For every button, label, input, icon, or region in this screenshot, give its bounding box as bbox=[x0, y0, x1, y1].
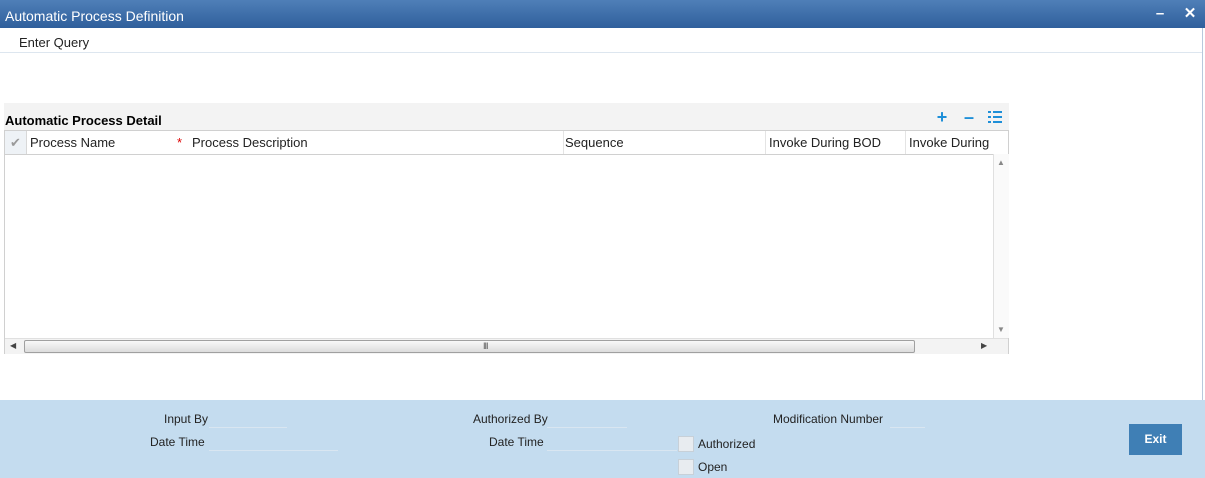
date-time-label: Date Time bbox=[150, 435, 205, 449]
window-right-border bbox=[1202, 28, 1203, 400]
column-separator bbox=[905, 131, 906, 154]
horizontal-scrollbar[interactable]: ◀ III ▶ bbox=[5, 338, 1008, 354]
close-icon[interactable]: ✕ bbox=[1181, 5, 1199, 23]
column-header-invoke-during-bod[interactable]: Invoke During BOD bbox=[769, 135, 881, 150]
detail-grid: ✔ Process Name * Process Description Seq… bbox=[4, 130, 1009, 354]
authorized-checkbox[interactable] bbox=[678, 436, 694, 452]
authorized-by-underline bbox=[547, 427, 627, 428]
toolbar: Enter Query bbox=[0, 28, 1203, 53]
horizontal-scroll-thumb[interactable]: III bbox=[24, 340, 915, 353]
open-label: Open bbox=[698, 460, 728, 474]
audit-footer: Input By Date Time Authorized By Date Ti… bbox=[0, 400, 1205, 478]
auth-date-time-underline bbox=[547, 450, 677, 451]
window-titlebar: Automatic Process Definition – ✕ bbox=[0, 0, 1205, 28]
enter-query-button[interactable]: Enter Query bbox=[19, 35, 89, 50]
authorized-by-label: Authorized By bbox=[473, 412, 548, 426]
scroll-grip: III bbox=[483, 341, 488, 351]
minimize-icon[interactable]: – bbox=[1151, 5, 1169, 23]
list-icon[interactable] bbox=[987, 109, 1003, 127]
detail-section-title: Automatic Process Detail bbox=[5, 113, 162, 128]
auth-date-time-label: Date Time bbox=[489, 435, 544, 449]
minus-icon[interactable]: – bbox=[960, 108, 978, 127]
exit-button[interactable]: Exit bbox=[1129, 424, 1182, 455]
column-header-process-name[interactable]: Process Name bbox=[30, 135, 115, 150]
required-marker: * bbox=[177, 135, 183, 150]
modification-number-label: Modification Number bbox=[773, 412, 884, 426]
open-checkbox[interactable] bbox=[678, 459, 694, 475]
date-time-underline bbox=[209, 450, 338, 451]
checkmark-icon[interactable]: ✔ bbox=[5, 131, 27, 154]
window-title: Automatic Process Definition bbox=[5, 8, 184, 24]
scroll-left-icon[interactable]: ◀ bbox=[10, 341, 16, 350]
detail-section-header: Automatic Process Detail + – bbox=[4, 103, 1009, 130]
vertical-scrollbar[interactable]: ▲ ▼ bbox=[993, 154, 1009, 338]
column-header-sequence[interactable]: Sequence bbox=[565, 135, 624, 150]
input-by-label: Input By bbox=[164, 412, 209, 426]
grid-header-row: ✔ Process Name * Process Description Seq… bbox=[5, 131, 1008, 155]
authorized-label: Authorized bbox=[698, 437, 756, 451]
column-header-process-description[interactable]: Process Description bbox=[192, 135, 308, 150]
column-separator bbox=[765, 131, 766, 154]
modification-number-underline bbox=[890, 427, 925, 428]
scroll-up-icon[interactable]: ▲ bbox=[997, 158, 1005, 167]
scroll-down-icon[interactable]: ▼ bbox=[997, 325, 1005, 334]
plus-icon[interactable]: + bbox=[933, 108, 951, 127]
input-by-underline bbox=[209, 427, 287, 428]
column-header-invoke-during-eod[interactable]: Invoke During I bbox=[909, 135, 993, 150]
column-separator bbox=[563, 131, 564, 154]
scroll-right-icon[interactable]: ▶ bbox=[981, 341, 987, 350]
